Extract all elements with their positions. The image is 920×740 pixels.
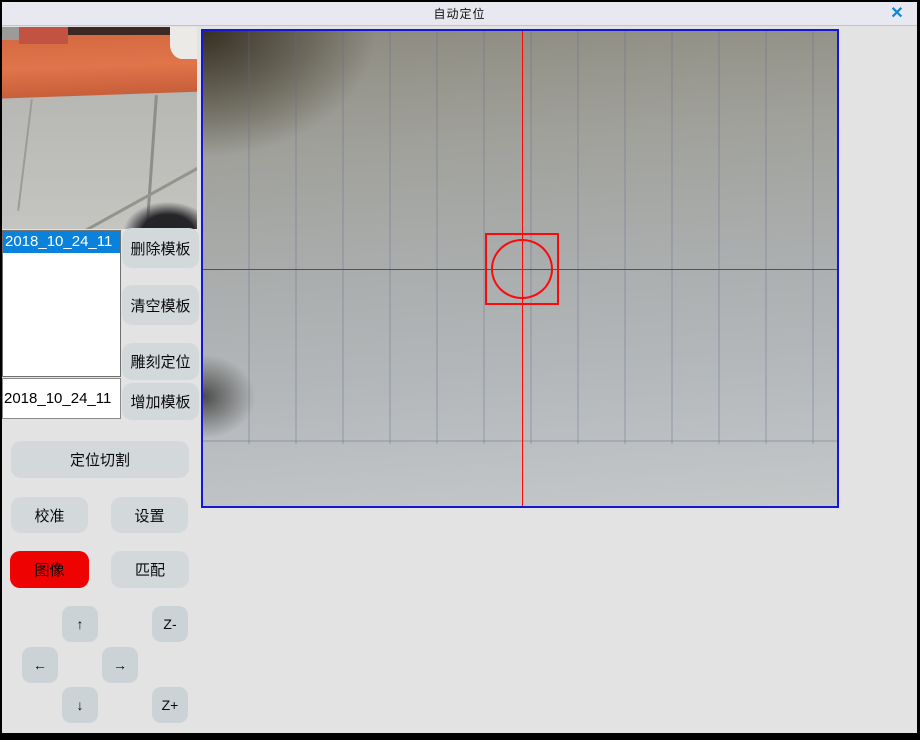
close-button[interactable]: ✕ (886, 4, 908, 24)
ceiling-seam (203, 440, 837, 442)
template-thumbnail-preview (2, 27, 197, 229)
template-list[interactable]: 2018_10_24_11 (2, 230, 121, 377)
jog-left-button[interactable]: ← (22, 647, 58, 683)
engrave-locate-button[interactable]: 雕刻定位 (122, 343, 199, 380)
dark-object (106, 190, 197, 229)
locate-cut-button[interactable]: 定位切割 (11, 441, 189, 478)
settings-button[interactable]: 设置 (111, 497, 188, 533)
tile-grout-line (17, 99, 33, 210)
jog-right-button[interactable]: → (102, 647, 138, 683)
match-button[interactable]: 匹配 (111, 551, 189, 588)
calibrate-button[interactable]: 校准 (11, 497, 88, 533)
photo-fragment (2, 27, 19, 40)
client-area: 自动定位 ✕ 2018_10_24_11 删除模板 清空模板 雕刻定位 增加模板… (2, 2, 917, 733)
close-icon: ✕ (890, 6, 903, 22)
window-title: 自动定位 (433, 5, 485, 22)
app-window: 自动定位 ✕ 2018_10_24_11 删除模板 清空模板 雕刻定位 增加模板… (0, 0, 920, 740)
delete-template-button[interactable]: 删除模板 (122, 228, 199, 268)
jog-down-button[interactable]: ↓ (62, 687, 98, 723)
jog-up-button[interactable]: ↑ (62, 606, 98, 642)
list-item[interactable]: 2018_10_24_11 (3, 231, 120, 253)
jog-z-minus-button[interactable]: Z- (152, 606, 188, 642)
template-name-input[interactable] (2, 378, 121, 419)
add-template-button[interactable]: 增加模板 (122, 383, 199, 420)
clear-template-button[interactable]: 清空模板 (122, 285, 199, 325)
image-button[interactable]: 图像 (10, 551, 89, 588)
photo-fragment (170, 27, 197, 59)
target-roi-circle (491, 239, 553, 299)
title-bar: 自动定位 ✕ (2, 2, 917, 26)
photo-fragment (19, 27, 68, 44)
jog-z-plus-button[interactable]: Z+ (152, 687, 188, 723)
camera-viewport (201, 29, 839, 508)
